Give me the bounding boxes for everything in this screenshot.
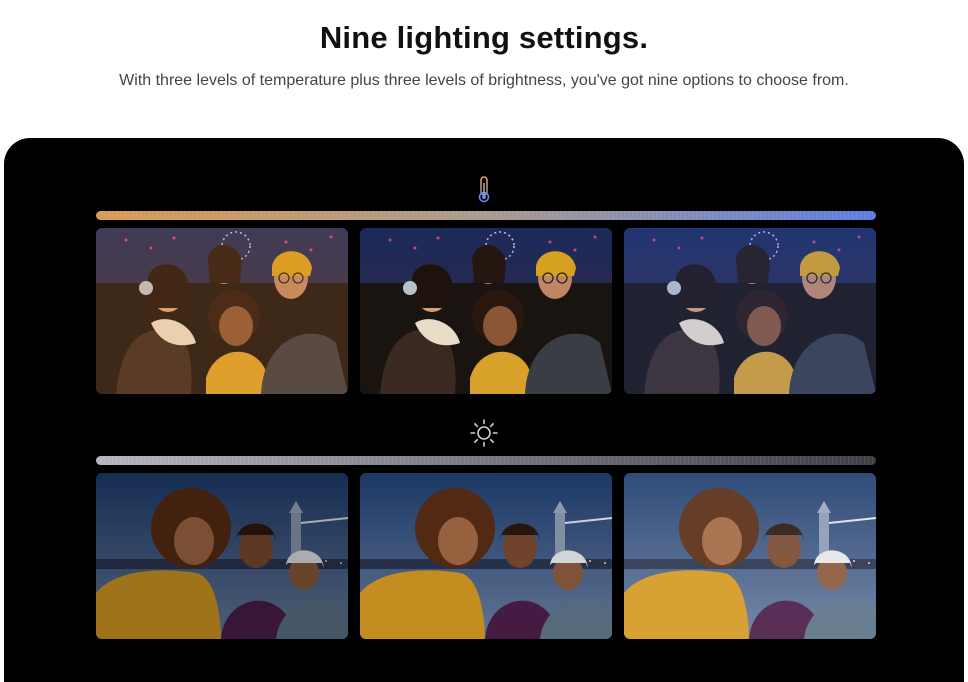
page-subtitle: With three levels of temperature plus th… (119, 72, 849, 89)
brightness-photo-high (624, 473, 876, 639)
brightness-photo-medium (360, 473, 612, 639)
temperature-photo-warm (96, 228, 348, 394)
lighting-demo-panel (4, 138, 964, 682)
brightness-photo-low (96, 473, 348, 639)
temperature-photo-neutral (360, 228, 612, 394)
brightness-bar (96, 456, 876, 465)
sun-icon (469, 418, 499, 448)
page-title: Nine lighting settings. (319, 20, 649, 55)
thermometer-icon (469, 175, 499, 205)
temperature-photo-cool (624, 228, 876, 394)
temperature-bar (96, 211, 876, 220)
